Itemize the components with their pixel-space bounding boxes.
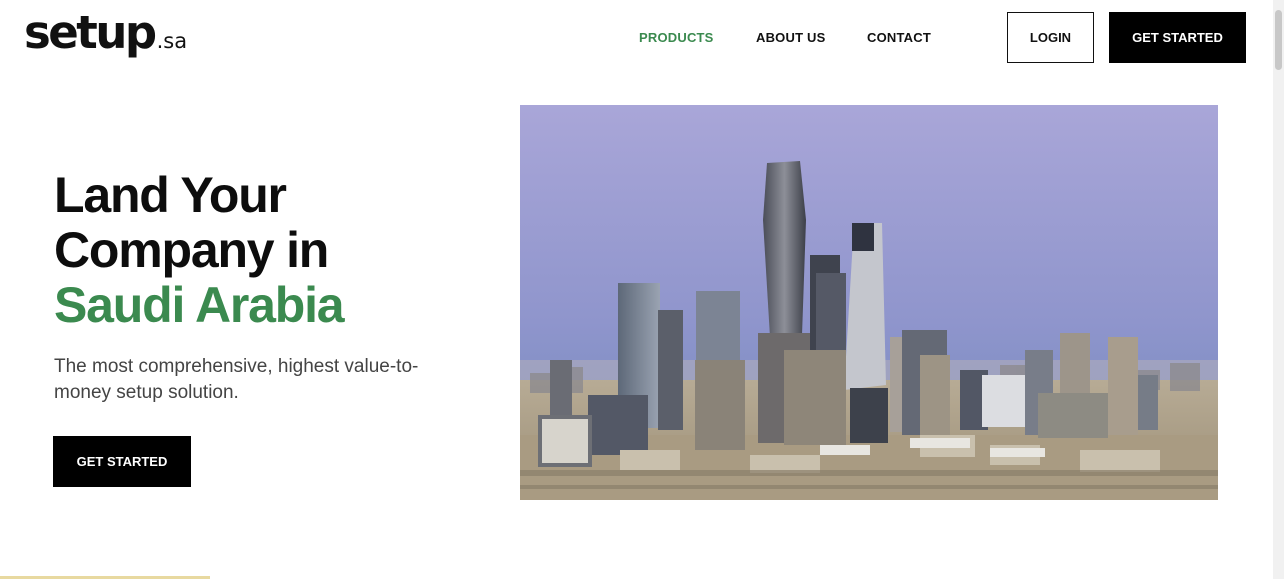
top-navigation-bar: setup .sa PRODUCTS ABOUT US CONTACT LOGI…: [0, 0, 1284, 76]
hero-skyline-image: [520, 105, 1218, 500]
hero-get-started-button[interactable]: GET STARTED: [53, 436, 191, 487]
hero-heading-highlight: Saudi Arabia: [54, 277, 345, 333]
logo-wordmark: setup: [24, 6, 157, 59]
login-button[interactable]: LOGIN: [1007, 12, 1094, 63]
site-logo[interactable]: setup .sa: [24, 6, 187, 59]
page-scrollbar[interactable]: [1273, 0, 1284, 579]
logo-domain-suffix: .sa: [156, 29, 188, 53]
hero-subtitle: The most comprehensive, highest value-to…: [54, 356, 419, 403]
hero-heading-line-1: Land Your: [54, 167, 287, 223]
nav-about-us-link[interactable]: ABOUT US: [756, 30, 826, 45]
nav-contact-link[interactable]: CONTACT: [867, 30, 931, 45]
hero-heading-line-2: Company in: [54, 222, 329, 278]
nav-products-link[interactable]: PRODUCTS: [639, 30, 714, 45]
hero-heading: Land Your Company in Saudi Arabia: [54, 167, 345, 333]
scrollbar-thumb[interactable]: [1275, 10, 1282, 70]
riyadh-skyline-photo-icon: [520, 105, 1218, 500]
header-get-started-button[interactable]: GET STARTED: [1109, 12, 1246, 63]
